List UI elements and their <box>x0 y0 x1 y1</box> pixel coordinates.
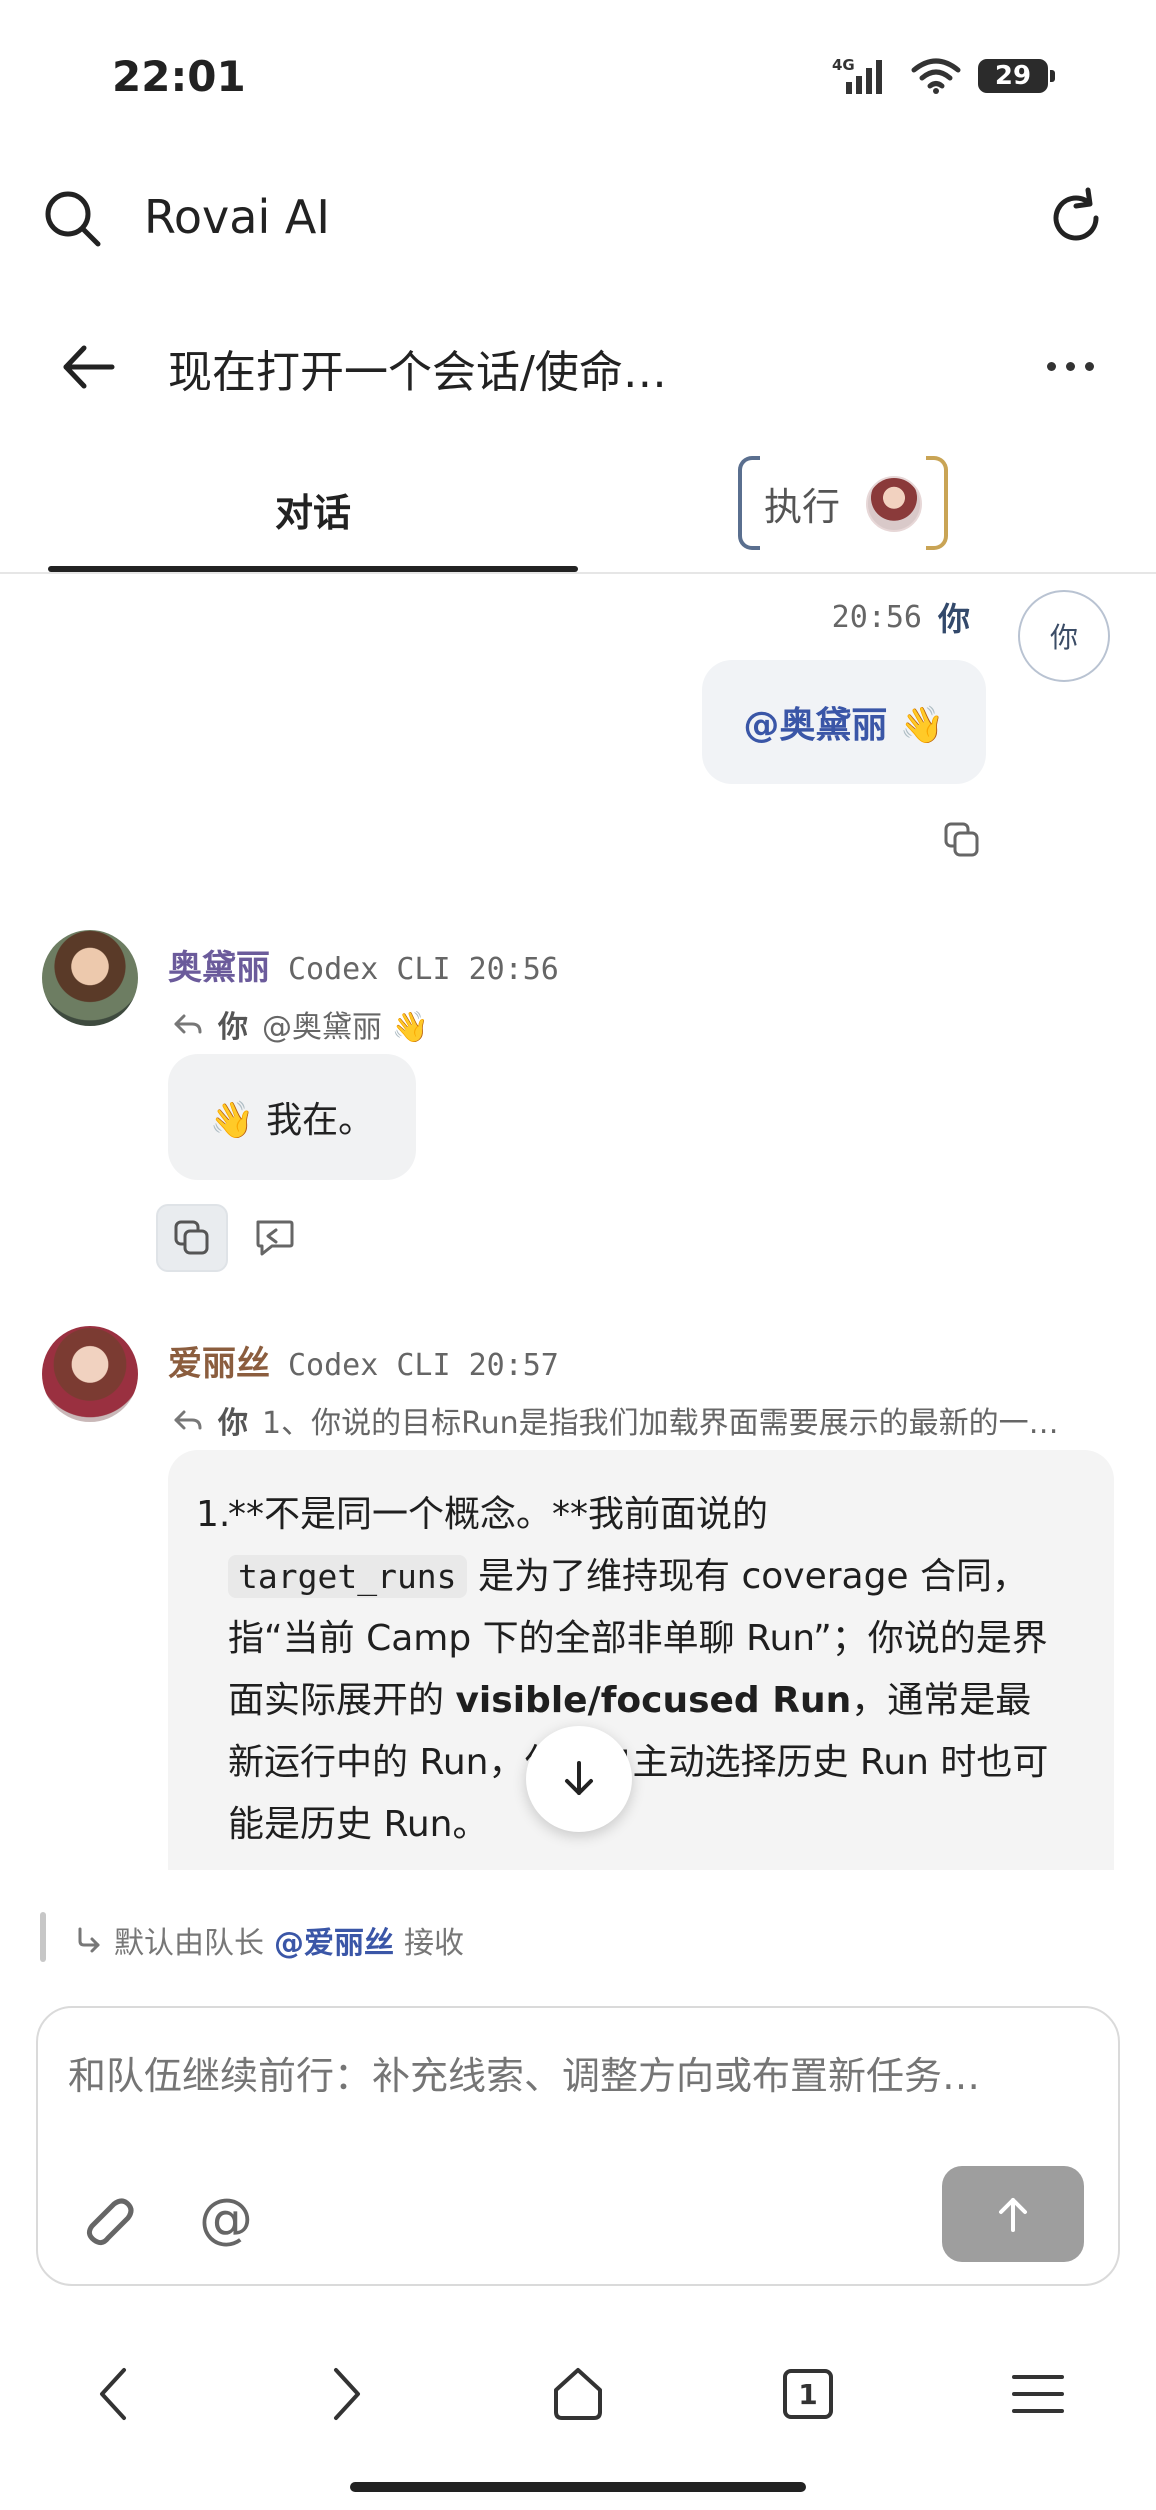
search-icon[interactable] <box>40 186 104 250</box>
tab-bracket-right <box>926 456 948 550</box>
send-button[interactable] <box>942 2166 1084 2262</box>
avatar[interactable] <box>42 1326 138 1422</box>
hint-bar <box>40 1912 46 1962</box>
more-icon[interactable] <box>1042 348 1098 384</box>
site-title[interactable]: Rovai AI <box>144 190 330 244</box>
paperclip-icon[interactable] <box>74 2188 138 2252</box>
home-icon <box>554 2368 602 2420</box>
scroll-to-bottom-button[interactable] <box>526 1726 632 1832</box>
user-message-bubble: @奥黛丽 👋 <box>702 660 986 784</box>
inline-code: target_runs <box>228 1555 467 1598</box>
reply-icon <box>174 1014 202 1034</box>
tab-execute-label: 执行 <box>764 485 841 529</box>
back-arrow-icon[interactable] <box>58 336 120 398</box>
arrow-down-icon <box>565 1761 593 1795</box>
browser-tabs-button[interactable]: 1 <box>768 2354 848 2434</box>
message-sender: 你 <box>937 600 970 638</box>
reload-icon[interactable] <box>1044 186 1108 250</box>
message-paragraph: **不是同一个概念。**我前面说的 <box>228 1494 769 1535</box>
tab-execute[interactable]: 执行 <box>738 456 948 550</box>
chevron-right-icon <box>334 2368 360 2420</box>
tab-divider <box>0 572 1156 574</box>
bold-text: visible/focused Run <box>455 1680 852 1721</box>
reply-snippet: 1、你说的目标Run是指我们加载界面需要展示的最新的一… <box>262 1406 1059 1441</box>
reply-sender: 你 <box>218 1406 248 1441</box>
composer: @ <box>36 2006 1120 2286</box>
status-icons: 4G 29 <box>832 56 1055 96</box>
chevron-left-icon <box>100 2368 126 2420</box>
copy-button[interactable] <box>156 1204 228 1272</box>
browser-home-button[interactable] <box>538 2354 618 2434</box>
mention-button[interactable]: @ <box>194 2186 258 2250</box>
message-time: 20:57 <box>468 1348 559 1383</box>
browser-back-button[interactable] <box>74 2354 154 2434</box>
user-avatar: 你 <box>1018 590 1110 682</box>
agent-avatar <box>866 476 922 532</box>
browser-forward-button[interactable] <box>306 2354 386 2434</box>
message-bubble: 1. **不是同一个概念。**我前面说的 target_runs 是为了维持现有… <box>168 1450 1114 1870</box>
battery-icon: 29 <box>978 59 1055 93</box>
tab-bracket-left <box>738 456 760 550</box>
copy-icon <box>174 1220 209 1255</box>
reply-reference[interactable]: 你 @奥黛丽 👋 <box>172 1002 429 1046</box>
message-bubble: 👋 我在。 <box>168 1054 416 1180</box>
status-time: 22:01 <box>112 52 246 101</box>
agent-name[interactable]: 奥黛丽 <box>168 940 270 989</box>
tab-count: 1 <box>783 2369 833 2419</box>
agent-name[interactable]: 爱丽丝 <box>168 1336 270 1385</box>
network-label: 4G <box>832 56 855 74</box>
reply-icon <box>174 1410 202 1430</box>
message-meta: 奥黛丽 Codex CLI 20:56 <box>168 940 559 989</box>
tab-dialog[interactable]: 对话 <box>48 460 578 572</box>
arrow-up-icon <box>999 2198 1027 2232</box>
message-input[interactable] <box>68 2054 1088 2098</box>
message-meta: 爱丽丝 Codex CLI 20:57 <box>168 1336 559 1385</box>
reply-reference[interactable]: 你 1、你说的目标Run是指我们加载界面需要展示的最新的一… <box>172 1398 1102 1442</box>
wifi-icon <box>911 58 961 94</box>
receiver-hint: 默认由队长 @爱丽丝 接收 <box>74 1918 464 1962</box>
conversation-title: 现在打开一个会话/使命… <box>168 347 667 398</box>
reply-snippet: @奥黛丽 👋 <box>262 1010 429 1045</box>
user-message-meta: 20:56 你 <box>832 594 970 640</box>
menu-icon <box>1012 2375 1064 2413</box>
agent-type: Codex CLI <box>288 952 451 987</box>
message-time: 20:56 <box>468 952 559 987</box>
message-time: 20:56 <box>831 599 922 635</box>
return-arrow-icon <box>78 1927 100 1953</box>
signal-icon: 4G <box>832 56 882 94</box>
hint-prefix: 默认由队长 <box>114 1926 264 1961</box>
home-indicator <box>350 2482 806 2492</box>
hint-mention[interactable]: @爱丽丝 <box>274 1918 394 1962</box>
browser-menu-button[interactable] <box>998 2354 1078 2434</box>
message-text: 1. **不是同一个概念。**我前面说的 target_runs 是为了维持现有… <box>196 1484 1058 1856</box>
hint-suffix: 接收 <box>404 1926 464 1961</box>
reply-sender: 你 <box>218 1010 248 1045</box>
copy-icon[interactable] <box>942 820 982 860</box>
avatar[interactable] <box>42 930 138 1026</box>
agent-type: Codex CLI <box>288 1348 451 1383</box>
quote-reply-icon[interactable] <box>250 1214 298 1262</box>
list-number: 1. <box>196 1494 231 1535</box>
